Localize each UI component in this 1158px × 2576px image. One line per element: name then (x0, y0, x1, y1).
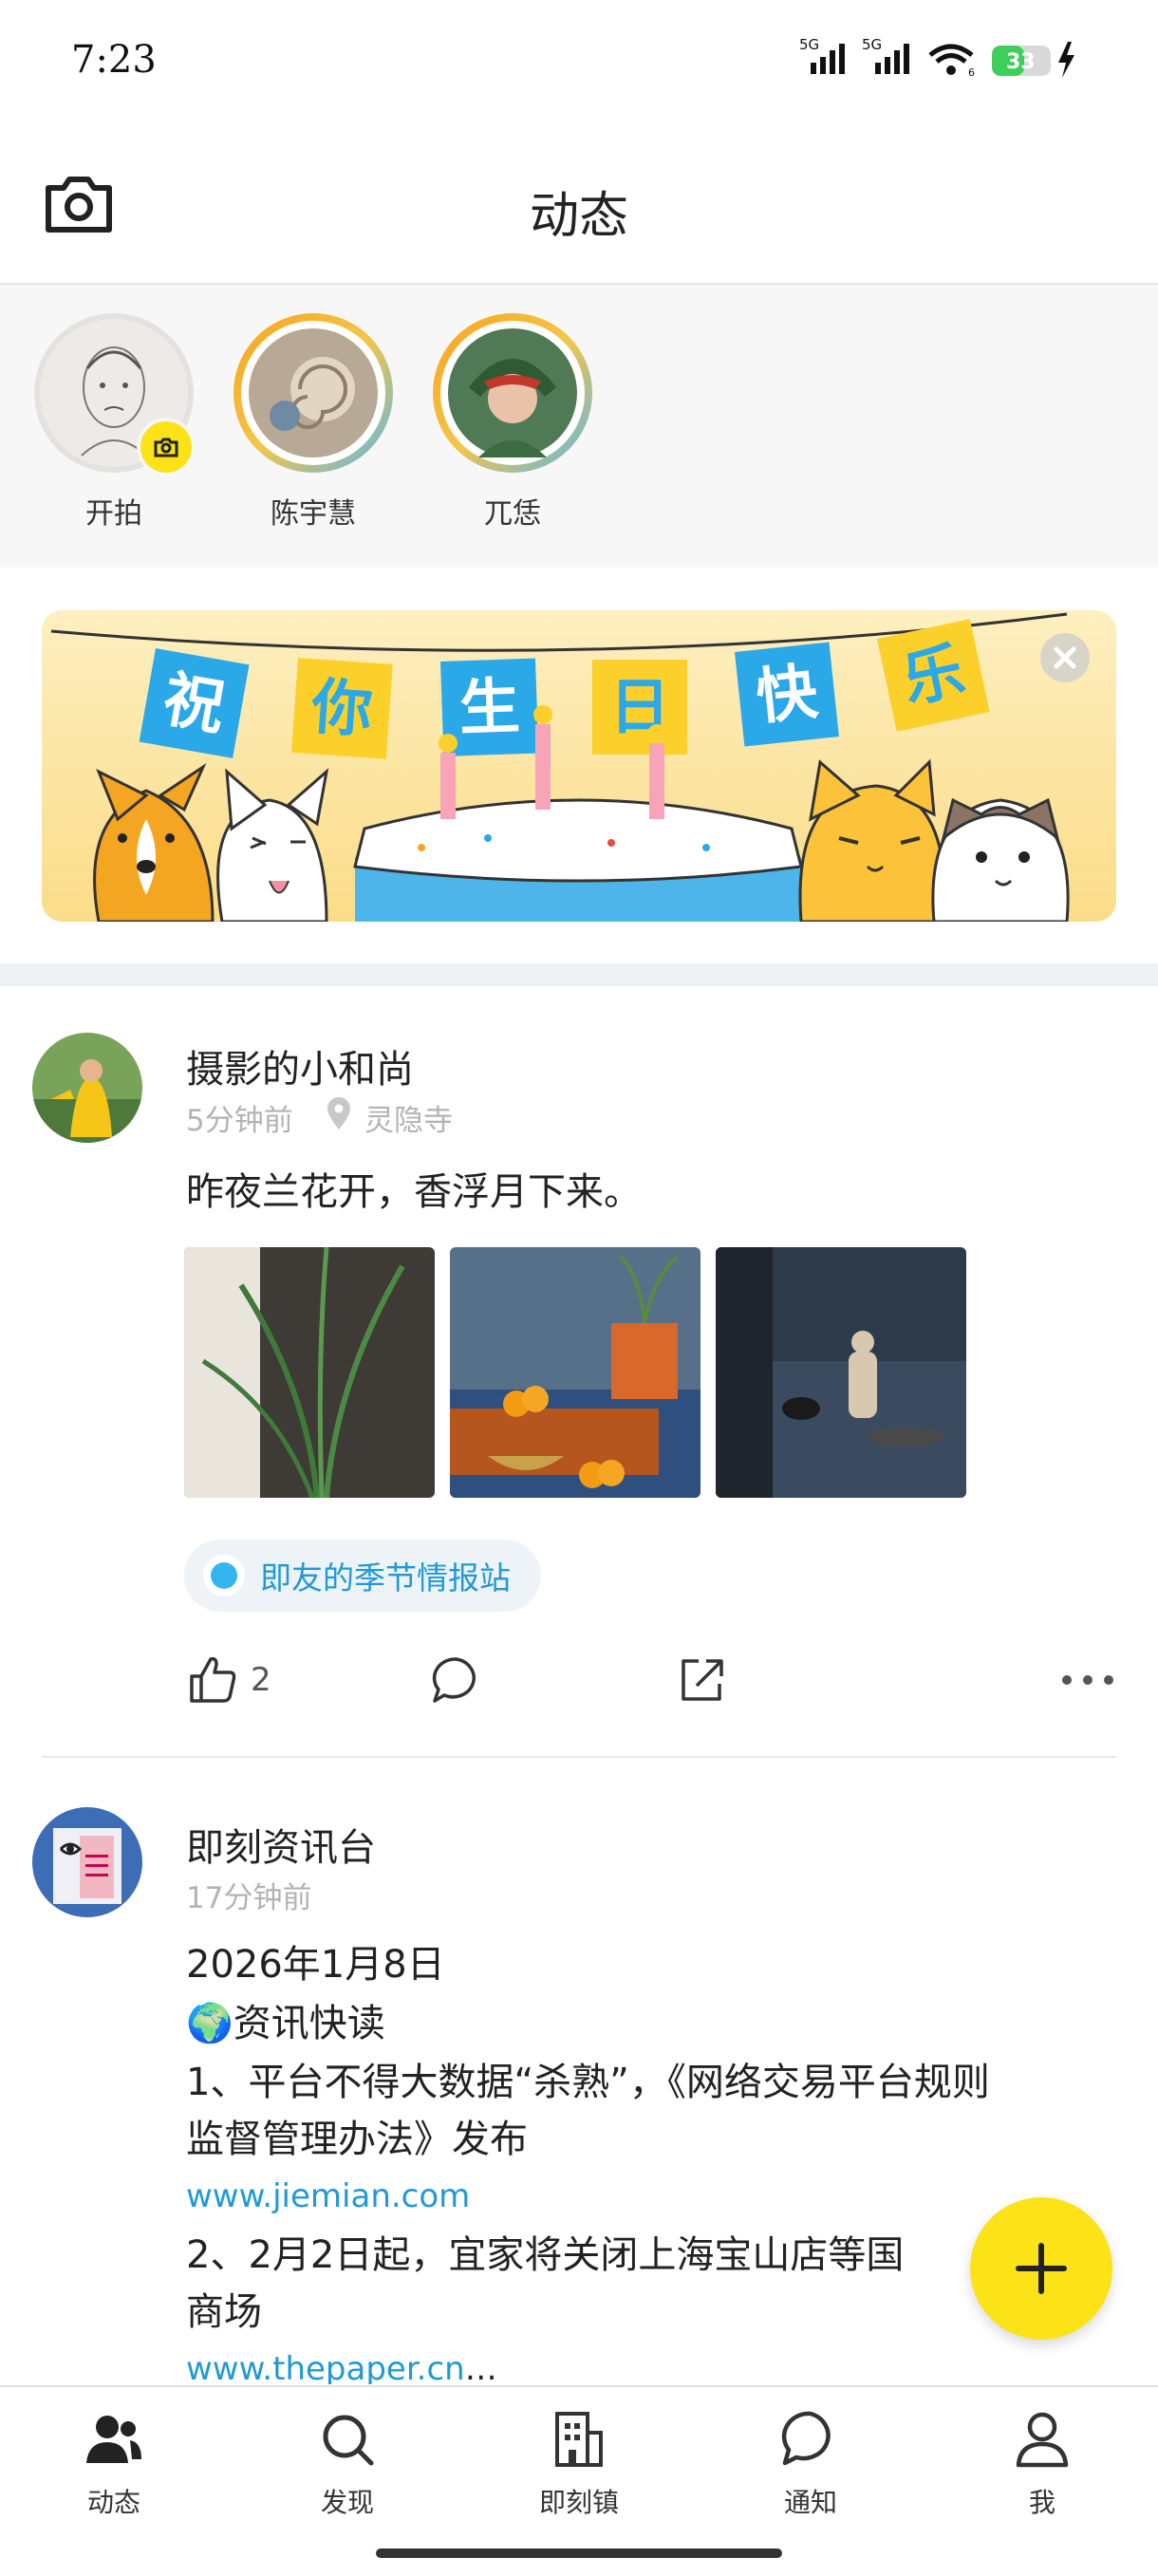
post-text-line: 监督管理办法》发布 (186, 2118, 528, 2161)
more-options-button[interactable] (1059, 1652, 1116, 1708)
news-desk-avatar-image (32, 1807, 142, 1917)
compose-button[interactable] (970, 2197, 1112, 2340)
person-avatar-image (440, 321, 585, 465)
story-item-chenyuhui[interactable]: 陈宇慧 (228, 313, 399, 532)
like-count: 2 (251, 1661, 271, 1699)
battery-level: 33 (1006, 50, 1036, 74)
post-text-line: 商场 (186, 2290, 262, 2334)
svg-text:你: 你 (308, 672, 375, 746)
avatar (233, 313, 393, 473)
post-image[interactable] (716, 1247, 966, 1498)
banner-flag: 日 (592, 660, 687, 755)
status-icons: 5G 5G 6 33 (799, 36, 1074, 79)
post-time: 5分钟前 (186, 1104, 293, 1138)
avatar[interactable] (32, 1807, 142, 1917)
banner-flag: 你 (291, 658, 393, 759)
people-icon (86, 2416, 141, 2463)
post-link-row: www.thepaper.cn… (186, 2350, 497, 2384)
section-divider (0, 963, 1158, 986)
birthday-banner[interactable]: 祝 你 生 日 快 乐 (42, 610, 1116, 922)
tab-town[interactable]: 即刻镇 (503, 2406, 655, 2520)
birthday-illustration: 祝 你 生 日 快 乐 (42, 610, 1116, 922)
post-text-line: 2026年1月8日 (186, 1943, 445, 1987)
svg-text:祝: 祝 (158, 664, 230, 744)
bottom-tab-bar: 动态 发现 即刻镇 通知 我 (0, 2385, 1158, 2576)
svg-text:快: 快 (753, 657, 821, 733)
page-title: 动态 (529, 188, 628, 245)
more-dots-icon (1062, 1675, 1113, 1685)
like-button[interactable]: 2 (186, 1652, 271, 1708)
comment-icon (432, 1657, 476, 1703)
building-icon (555, 2412, 603, 2467)
post-text-line: 🌍资讯快读 (186, 2002, 385, 2045)
topic-icon (203, 1555, 245, 1596)
post-card: 摄影的小和尚 5分钟前 灵隐寺 昨夜兰花开，香浮月下来。 即友的季节情报站 2 (0, 987, 1158, 1758)
post-text-line: 2、2月2日起，宜家将关闭上海宝山店等国 (186, 2233, 905, 2277)
post-text: 昨夜兰花开，香浮月下来。 (186, 1170, 642, 1214)
post-author[interactable]: 即刻资讯台 (186, 1817, 376, 1872)
share-icon (682, 1659, 723, 1701)
avatar (34, 313, 196, 476)
banner-flag: 乐 (877, 619, 990, 732)
post-location[interactable]: 灵隐寺 (364, 1096, 453, 1139)
camera-badge-icon (137, 418, 196, 476)
chat-bubble-icon (781, 2411, 831, 2466)
tabby-cat-illustration (931, 797, 1070, 922)
avatar[interactable] (32, 1033, 142, 1143)
tab-label: 发现 (320, 2487, 374, 2518)
monk-avatar-image (32, 1033, 142, 1143)
location-pin-icon (327, 1097, 350, 1129)
banner-flag: 祝 (139, 648, 250, 758)
post-image[interactable] (184, 1247, 435, 1498)
plus-icon (1016, 2243, 1067, 2294)
wifi-badge: 6 (968, 66, 975, 79)
comment-button[interactable] (429, 1652, 482, 1708)
banner-flag: 快 (735, 642, 839, 747)
topic-label: 即友的季节情报站 (260, 1559, 511, 1596)
top-app-bar: 动态 (0, 123, 1158, 285)
post-author[interactable]: 摄影的小和尚 (186, 1038, 414, 1093)
svg-text:生: 生 (458, 672, 521, 744)
topic-chip[interactable]: 即友的季节情报站 (184, 1540, 541, 1612)
post-time: 17分钟前 (186, 1881, 312, 1915)
signal-label-2: 5G (862, 36, 882, 53)
tab-label: 我 (1028, 2487, 1055, 2518)
tab-label: 即刻镇 (538, 2487, 619, 2518)
post-link[interactable]: www.thepaper.cn (186, 2350, 465, 2384)
stories-row: 开拍 陈宇慧 兀恁 (0, 285, 1158, 568)
tab-feed[interactable]: 动态 (38, 2406, 190, 2520)
story-label: 开拍 (85, 497, 142, 531)
post-image[interactable] (450, 1247, 700, 1498)
yellow-cat-illustration (798, 758, 946, 922)
search-icon (323, 2415, 374, 2466)
tab-label: 动态 (86, 2487, 140, 2518)
close-icon[interactable] (1040, 633, 1090, 682)
status-bar: 7:23 5G 5G 6 33 (0, 0, 1158, 123)
shell-avatar-image (241, 321, 385, 465)
user-profile-icon (1016, 2412, 1069, 2468)
tab-me[interactable]: 我 (966, 2406, 1118, 2520)
avatar (433, 313, 592, 473)
tab-notifications[interactable]: 通知 (735, 2406, 887, 2520)
tab-label: 通知 (783, 2487, 837, 2518)
story-label: 兀恁 (484, 497, 541, 531)
home-indicator[interactable] (376, 2548, 782, 2558)
thumbs-up-icon (190, 1656, 236, 1703)
share-button[interactable] (676, 1652, 729, 1708)
post-text-line: 1、平台不得大数据“杀熟”，《网络交易平台规则 (186, 2061, 990, 2104)
story-item-wuren[interactable]: 兀恁 (427, 313, 598, 532)
story-item-shoot[interactable]: 开拍 (28, 313, 199, 532)
status-time: 7:23 (71, 38, 157, 82)
tab-discover[interactable]: 发现 (271, 2406, 423, 2520)
truncation-ellipsis: … (464, 2350, 497, 2384)
post-link[interactable]: www.jiemian.com (186, 2177, 470, 2215)
signal-label-1: 5G (799, 36, 819, 53)
story-label: 陈宇慧 (271, 497, 356, 531)
